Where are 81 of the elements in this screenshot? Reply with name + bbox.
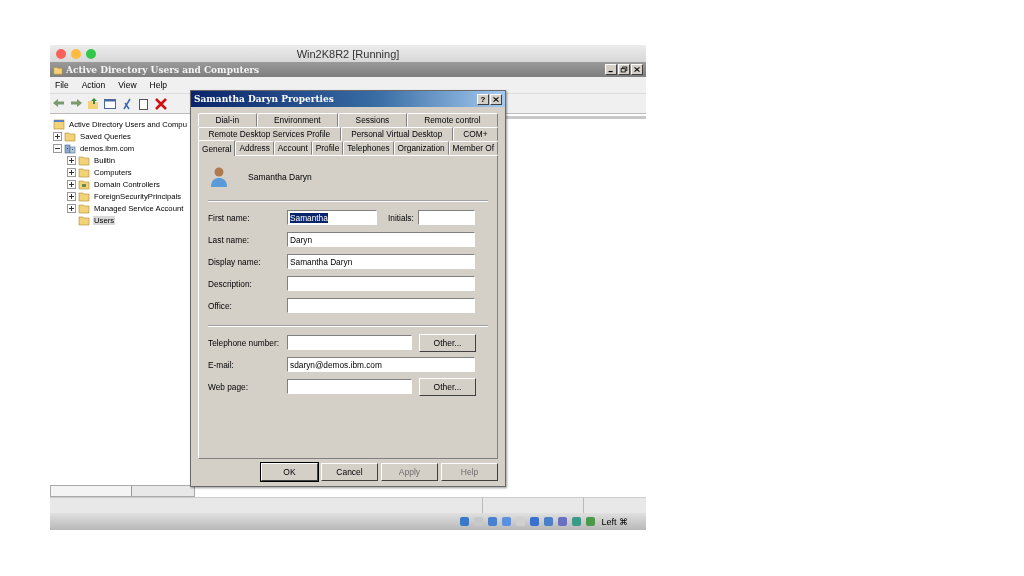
tab[interactable]: Remote Desktop Services Profile: [198, 127, 341, 141]
text-field[interactable]: Daryn: [287, 232, 475, 247]
minimize-icon[interactable]: [605, 64, 617, 75]
scrollbar[interactable]: [50, 485, 195, 497]
tab[interactable]: Profile: [311, 141, 344, 155]
other-button[interactable]: Other...: [419, 377, 476, 396]
help-button[interactable]: ?: [477, 93, 489, 105]
text-field[interactable]: Samantha Daryn: [287, 254, 475, 269]
expand-icon[interactable]: [67, 155, 76, 165]
field-label: Web page:: [208, 381, 249, 392]
delete-icon[interactable]: [154, 96, 168, 111]
folder-icon: [78, 202, 90, 214]
close-icon[interactable]: [631, 64, 643, 75]
status-icon[interactable]: [571, 516, 583, 527]
status-icon[interactable]: [501, 516, 513, 527]
dialog-button[interactable]: Cancel: [321, 463, 378, 481]
tab[interactable]: Environment: [256, 113, 339, 127]
status-icon[interactable]: [459, 516, 471, 527]
user-icon: [210, 166, 228, 188]
field-label: E-mail:: [208, 359, 235, 370]
folder-up-icon[interactable]: [86, 96, 100, 111]
status-icon[interactable]: [543, 516, 555, 527]
user-name: Samantha Daryn: [248, 172, 312, 182]
window-title: Active Directory Users and Computers: [66, 64, 260, 75]
folder-icon: [78, 166, 90, 178]
collapse-icon[interactable]: [53, 143, 62, 153]
menu-item[interactable]: Help: [149, 80, 168, 90]
domain-icon: [64, 142, 76, 154]
text-field[interactable]: [287, 379, 412, 394]
text-field[interactable]: [287, 298, 475, 313]
expand-icon[interactable]: [67, 179, 76, 189]
other-button[interactable]: Other...: [419, 333, 476, 352]
menu-item[interactable]: File: [55, 80, 69, 90]
tab[interactable]: Telephones: [343, 141, 394, 155]
tab[interactable]: Personal Virtual Desktop: [340, 127, 453, 141]
tab[interactable]: Member Of: [448, 141, 499, 155]
status-icon[interactable]: [557, 516, 569, 527]
folder-icon: [53, 64, 63, 75]
tab[interactable]: General: [198, 140, 236, 156]
console-icon: [53, 118, 65, 130]
expand-icon[interactable]: [67, 167, 76, 177]
expand-icon[interactable]: [53, 131, 62, 141]
tab[interactable]: COM+: [452, 127, 498, 141]
expand-icon[interactable]: [67, 203, 76, 213]
window-title: Win2K8R2 [Running]: [296, 47, 400, 60]
menu-item[interactable]: View: [118, 80, 137, 90]
status-icon[interactable]: [487, 516, 499, 527]
field-label: Initials:: [388, 212, 415, 223]
dialog-button[interactable]: OK: [261, 463, 318, 481]
folder-icon: [78, 154, 90, 166]
text-field[interactable]: [287, 276, 475, 291]
tab[interactable]: Sessions: [338, 113, 407, 127]
window-icon[interactable]: [103, 96, 117, 111]
folder-icon: [78, 178, 90, 190]
restore-icon[interactable]: [618, 64, 630, 75]
text-field[interactable]: [418, 210, 475, 225]
tab[interactable]: Account: [273, 141, 312, 155]
field-label: Display name:: [208, 256, 262, 267]
field-label: Last name:: [208, 234, 251, 245]
host-key-label: Left ⌘: [601, 516, 628, 527]
field-label: Telephone number:: [208, 337, 281, 348]
field-label: First name:: [208, 212, 251, 223]
dialog-title: Samantha Daryn Properties: [194, 94, 334, 104]
close-icon[interactable]: [490, 93, 502, 105]
tab[interactable]: Organization: [393, 141, 449, 155]
field-label: Office:: [208, 300, 233, 311]
field-label: Description:: [208, 278, 253, 289]
folder-icon: [64, 130, 76, 142]
folder-icon: [78, 214, 90, 226]
tab[interactable]: Address: [235, 141, 274, 155]
text-field[interactable]: Samantha: [287, 210, 377, 225]
tab[interactable]: Dial-in: [198, 113, 257, 127]
expand-icon[interactable]: [67, 191, 76, 201]
tab[interactable]: Remote control: [406, 113, 499, 127]
status-icon[interactable]: [585, 516, 597, 527]
folder-icon: [78, 190, 90, 202]
text-field[interactable]: [287, 335, 412, 350]
text-field[interactable]: sdaryn@demos.ibm.com: [287, 357, 475, 372]
status-icon[interactable]: [529, 516, 541, 527]
menu-item[interactable]: Action: [81, 80, 106, 90]
page-icon[interactable]: [137, 96, 151, 111]
